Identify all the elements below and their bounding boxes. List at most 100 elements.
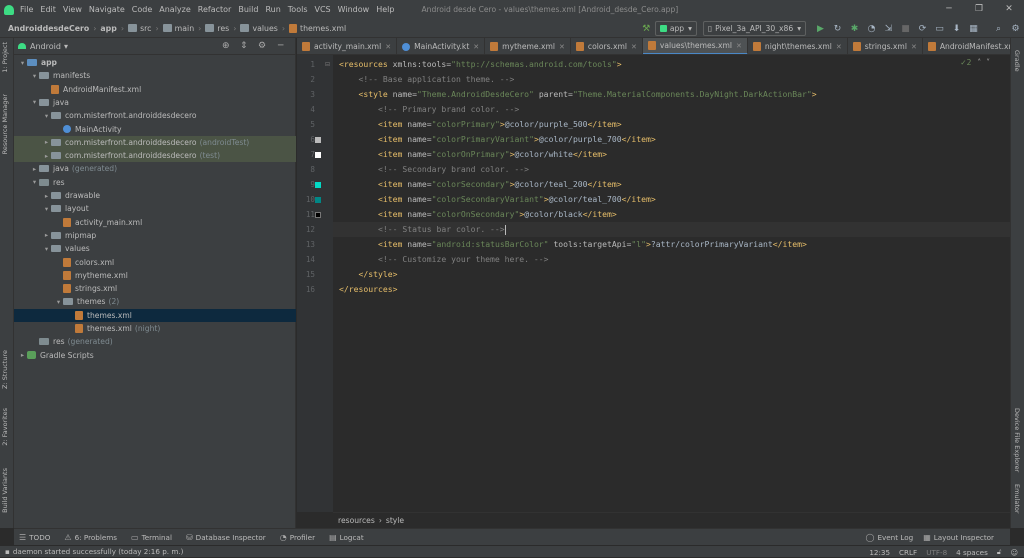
menu-window[interactable]: Window	[338, 5, 370, 14]
tree-item[interactable]: strings.xml	[14, 282, 296, 295]
bottom-tool-4[interactable]: ◔ Profiler	[280, 533, 315, 542]
apply-changes-icon[interactable]: ↻	[829, 24, 846, 34]
menu-run[interactable]: Run	[265, 5, 280, 14]
bottom-tool-0[interactable]: ☰ TODO	[19, 533, 50, 542]
line-ending[interactable]: CRLF	[899, 548, 917, 557]
expand-arrow-icon[interactable]: ▸	[42, 138, 51, 146]
encoding[interactable]: UTF-8	[926, 548, 947, 557]
chevron-down-icon[interactable]: ▾	[64, 42, 68, 51]
tree-item[interactable]: ▸ com.misterfront.androiddesdecero (test)	[14, 149, 296, 163]
code-line[interactable]: </resources>	[339, 282, 397, 297]
code-line[interactable]: <!-- Status bar color. -->	[333, 222, 1010, 237]
code-line[interactable]: <resources xmlns:tools="http://schemas.a…	[339, 57, 622, 72]
code-line[interactable]: <!-- Customize your theme here. -->	[339, 252, 549, 267]
editor-tab[interactable]: MainActivity.kt ✕	[397, 38, 486, 54]
code-line[interactable]: <item name="colorSecondaryVariant">@colo…	[339, 192, 656, 207]
tree-item[interactable]: themes.xml (night)	[14, 322, 296, 335]
color-swatch[interactable]	[315, 137, 321, 143]
color-swatch[interactable]	[315, 152, 321, 158]
tree-item[interactable]: ▸ drawable	[14, 189, 296, 202]
left-tool-2[interactable]: Z: Structure	[1, 350, 9, 389]
indent[interactable]: 4 spaces	[956, 548, 988, 557]
close-tab-icon[interactable]: ✕	[559, 43, 565, 51]
expand-arrow-icon[interactable]: ▾	[30, 98, 39, 106]
menu-edit[interactable]: Edit	[40, 5, 56, 14]
lock-icon[interactable]: 🔓︎	[997, 547, 1002, 557]
tree-item[interactable]: ▾ layout	[14, 202, 296, 215]
tree-item[interactable]: ▸ com.misterfront.androiddesdecero (androi…	[14, 135, 296, 149]
locate-icon[interactable]: ⊕	[222, 41, 230, 51]
tree-item[interactable]: ▾ themes (2)	[14, 295, 296, 308]
close-tab-icon[interactable]: ✕	[836, 43, 842, 51]
right-tool-2[interactable]: Emulator	[1013, 484, 1021, 514]
sync-icon[interactable]: ⟳	[914, 24, 931, 34]
debug-icon[interactable]: ✱	[846, 24, 863, 34]
tree-item[interactable]: ▾ res	[14, 176, 296, 189]
expand-arrow-icon[interactable]: ▾	[42, 245, 51, 253]
close-tab-icon[interactable]: ✕	[736, 42, 742, 50]
left-tool-4[interactable]: Build Variants	[1, 468, 9, 513]
editor-tab[interactable]: colors.xml ✕	[571, 38, 643, 54]
collapse-all-icon[interactable]: ⇕	[240, 41, 248, 51]
run-config-dropdown[interactable]: app ▾	[654, 21, 697, 36]
tree-item[interactable]: ▸ java (generated)	[14, 162, 296, 175]
code-line[interactable]: <item name="colorPrimaryVariant">@color/…	[339, 132, 656, 147]
close-tab-icon[interactable]: ✕	[385, 43, 391, 51]
right-tool-1[interactable]: Device File Explorer	[1013, 408, 1021, 472]
menu-refactor[interactable]: Refactor	[198, 5, 232, 14]
bottom-right-tool-0[interactable]: ◯ Event Log	[866, 533, 914, 542]
status-message[interactable]: daemon started successfully (today 2:16 …	[13, 547, 184, 556]
menu-build[interactable]: Build	[238, 5, 258, 14]
code-line[interactable]: <!-- Secondary brand color. -->	[339, 162, 529, 177]
tree-item[interactable]: ▾ java	[14, 96, 296, 109]
breadcrumb-item[interactable]: main	[162, 24, 194, 33]
color-swatch[interactable]	[315, 182, 321, 188]
code-line[interactable]: <item name="colorOnPrimary">@color/white…	[339, 147, 607, 162]
sdk-manager-icon[interactable]: ⬇	[948, 24, 965, 34]
breadcrumb-item[interactable]: values	[240, 24, 278, 33]
maximize-icon[interactable]: ❐	[964, 0, 994, 19]
code-line[interactable]: <item name="android:statusBarColor" tool…	[339, 237, 807, 252]
editor-tab[interactable]: activity_main.xml ✕	[297, 38, 398, 54]
left-tool-3[interactable]: 2: Favorites	[1, 408, 9, 446]
settings-icon[interactable]: ⚙	[1007, 24, 1024, 34]
hammer-icon[interactable]: ⚒	[638, 24, 655, 34]
menu-file[interactable]: File	[20, 5, 33, 14]
close-tab-icon[interactable]: ✕	[631, 43, 637, 51]
expand-arrow-icon[interactable]: ▾	[30, 178, 39, 186]
expand-arrow-icon[interactable]: ▾	[54, 298, 63, 306]
bottom-tool-1[interactable]: ⚠ 6: Problems	[64, 533, 117, 542]
bottom-tool-2[interactable]: ▭ Terminal	[131, 533, 172, 542]
editor-tab[interactable]: night\themes.xml ✕	[748, 38, 848, 54]
breadcrumb-item[interactable]: AndroiddesdeCero	[8, 24, 89, 33]
tree-item[interactable]: mytheme.xml	[14, 269, 296, 282]
right-tool-0[interactable]: Gradle	[1013, 50, 1021, 72]
tree-item[interactable]: MainActivity	[14, 123, 296, 136]
expand-arrow-icon[interactable]: ▸	[42, 152, 51, 160]
chevron-up-icon[interactable]: ˄	[977, 58, 981, 67]
stop-icon[interactable]: ■	[897, 24, 914, 34]
left-tool-0[interactable]: 1: Project	[1, 42, 9, 73]
bottom-tool-5[interactable]: ▤ Logcat	[329, 533, 364, 542]
code-line[interactable]: <item name="colorSecondary">@color/teal_…	[339, 177, 622, 192]
left-tool-1[interactable]: Resource Manager	[1, 94, 9, 154]
close-icon[interactable]: ✕	[994, 0, 1024, 19]
project-view-selector[interactable]: Android	[30, 42, 61, 51]
inspection-widget[interactable]: ✓2 ˄ ˅	[960, 58, 990, 67]
menu-analyze[interactable]: Analyze	[159, 5, 191, 14]
tree-item[interactable]: ▾ com.misterfront.androiddesdecero	[14, 109, 296, 122]
menu-help[interactable]: Help	[376, 5, 394, 14]
expand-arrow-icon[interactable]: ▸	[42, 192, 51, 200]
expand-arrow-icon[interactable]: ▸	[30, 165, 39, 173]
search-icon[interactable]: ⌕	[990, 24, 1007, 34]
menu-view[interactable]: View	[63, 5, 82, 14]
color-swatch[interactable]	[315, 197, 321, 203]
menu-tools[interactable]: Tools	[288, 5, 308, 14]
expand-arrow-icon[interactable]: ▾	[42, 112, 51, 120]
tree-item[interactable]: ▾ app	[14, 56, 296, 69]
editor-breadcrumb-item[interactable]: style	[386, 516, 404, 525]
code-editor[interactable]: ✓2 ˄ ˅ <resources xmlns:tools="http://sche…	[333, 55, 1010, 512]
hide-icon[interactable]: ─	[278, 41, 283, 51]
editor-breadcrumb-item[interactable]: resources	[338, 516, 375, 525]
menu-code[interactable]: Code	[132, 5, 152, 14]
